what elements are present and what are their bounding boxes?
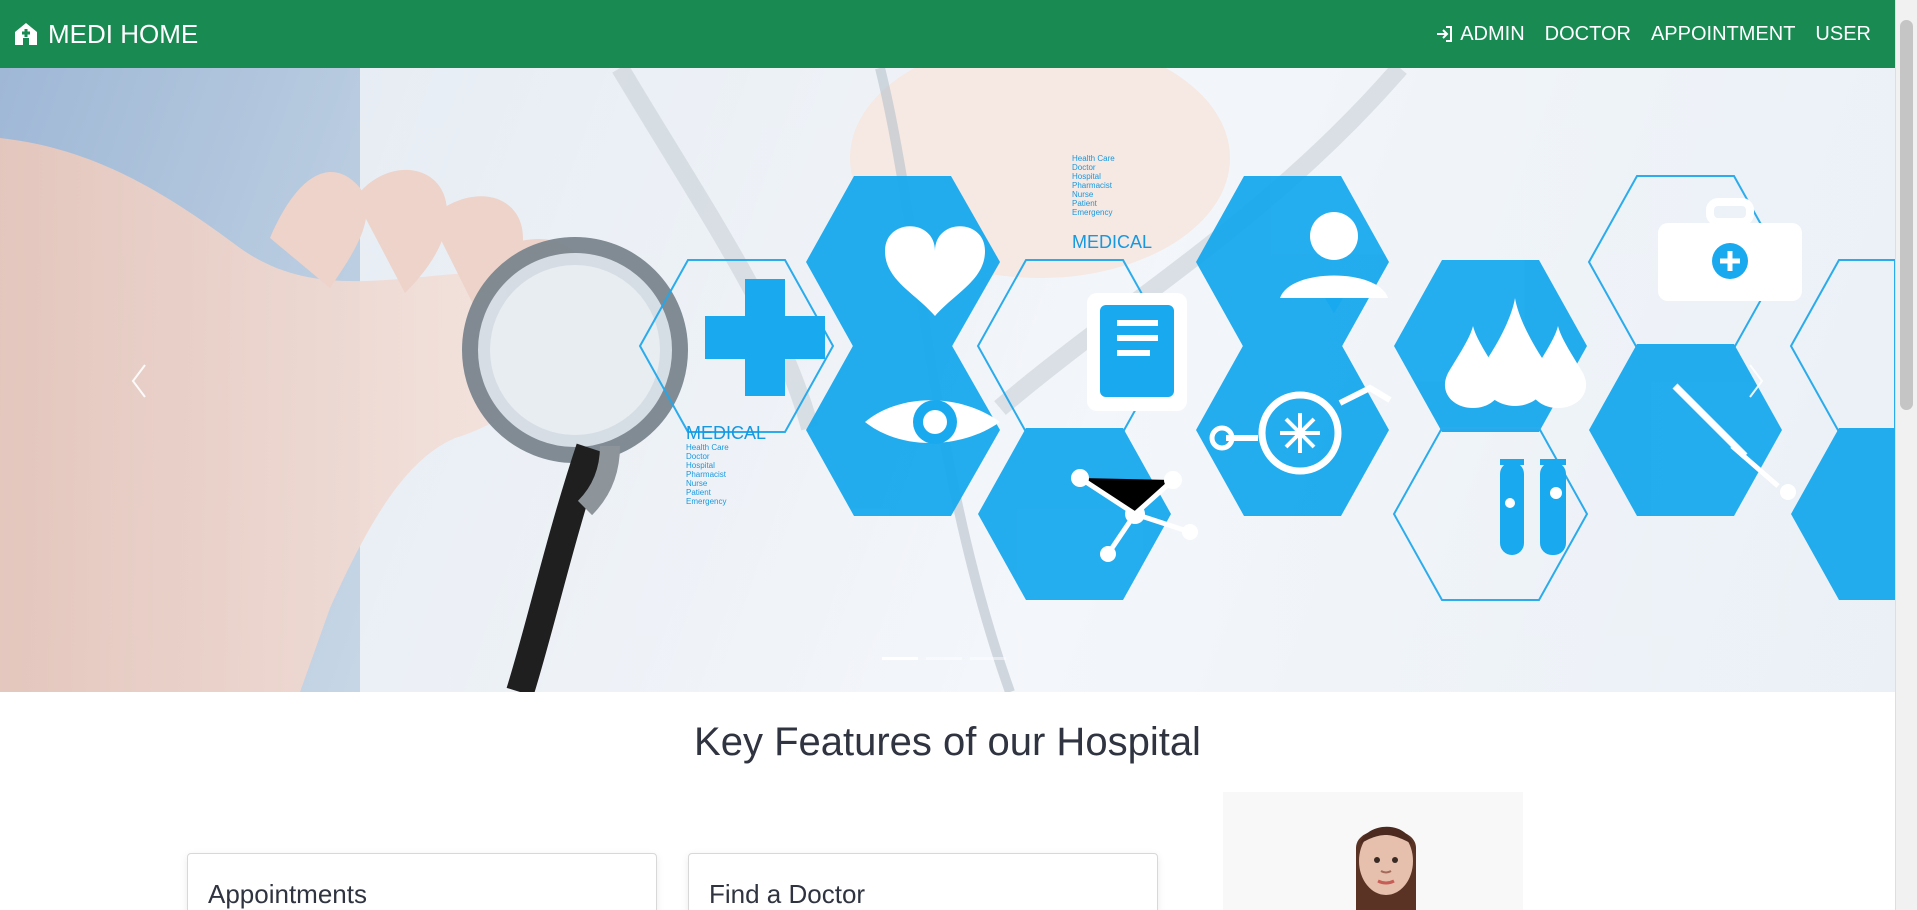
hero-carousel: MEDICAL MEDICAL Health Care Doctor Hospi… xyxy=(0,68,1895,692)
small-text-left-0: Health Care xyxy=(686,443,729,452)
small-text-left-3: Pharmacist xyxy=(686,470,727,479)
home-icon xyxy=(12,20,40,48)
carousel-prev-button[interactable] xyxy=(99,336,179,426)
sign-in-icon xyxy=(1434,24,1454,44)
small-text-top-4: Nurse xyxy=(1072,190,1094,199)
doctor-photo xyxy=(1338,813,1434,910)
medical-hero-image: MEDICAL MEDICAL Health Care Doctor Hospi… xyxy=(0,68,1895,692)
nav-admin-label: ADMIN xyxy=(1460,22,1525,45)
appointments-card-title: Appointments xyxy=(208,879,367,909)
small-text-top-3: Pharmacist xyxy=(1072,181,1113,190)
chevron-right-icon xyxy=(1749,364,1764,398)
nav-admin-link[interactable]: ADMIN xyxy=(1434,22,1525,46)
small-text-left-2: Hospital xyxy=(686,461,715,470)
small-text-left-5: Patient xyxy=(686,488,712,497)
small-text-left-1: Doctor xyxy=(686,452,710,461)
appointments-card[interactable]: Appointments xyxy=(187,853,657,910)
carousel-next-button[interactable] xyxy=(1716,336,1796,426)
small-text-top-2: Hospital xyxy=(1072,172,1101,181)
find-doctor-card-title: Find a Doctor xyxy=(709,879,866,909)
nav-doctor-link[interactable]: DOCTOR xyxy=(1545,23,1631,46)
vertical-scrollbar[interactable] xyxy=(1895,0,1917,910)
browser-viewport: MEDI HOME ADMIN DOCTOR APPOINTMENT USER xyxy=(0,0,1917,910)
carousel-indicators xyxy=(882,657,1006,660)
find-doctor-card[interactable]: Find a Doctor xyxy=(688,853,1158,910)
main-navigation: ADMIN DOCTOR APPOINTMENT USER xyxy=(1434,23,1871,46)
medical-label-left: MEDICAL xyxy=(686,423,766,443)
medical-label-top: MEDICAL xyxy=(1072,232,1152,252)
small-text-top-0: Health Care xyxy=(1072,154,1115,163)
small-text-top-1: Doctor xyxy=(1072,163,1096,172)
carousel-indicator-1[interactable] xyxy=(882,657,918,660)
brand-title: MEDI HOME xyxy=(48,19,199,49)
small-text-left-6: Emergency xyxy=(686,497,726,506)
carousel-indicator-3[interactable] xyxy=(970,657,1006,660)
nav-user-link[interactable]: USER xyxy=(1815,23,1871,46)
scrollbar-thumb[interactable] xyxy=(1900,20,1913,410)
carousel-indicator-2[interactable] xyxy=(926,657,962,660)
nav-appointment-link[interactable]: APPOINTMENT xyxy=(1651,23,1795,46)
small-text-top-6: Emergency xyxy=(1072,208,1112,217)
top-navbar: MEDI HOME ADMIN DOCTOR APPOINTMENT USER xyxy=(0,0,1895,68)
small-text-left-4: Nurse xyxy=(686,479,708,488)
chevron-left-icon xyxy=(131,364,146,398)
brand-link[interactable]: MEDI HOME xyxy=(12,20,198,48)
small-text-top-5: Patient xyxy=(1072,199,1098,208)
features-title: Key Features of our Hospital xyxy=(694,720,1201,764)
